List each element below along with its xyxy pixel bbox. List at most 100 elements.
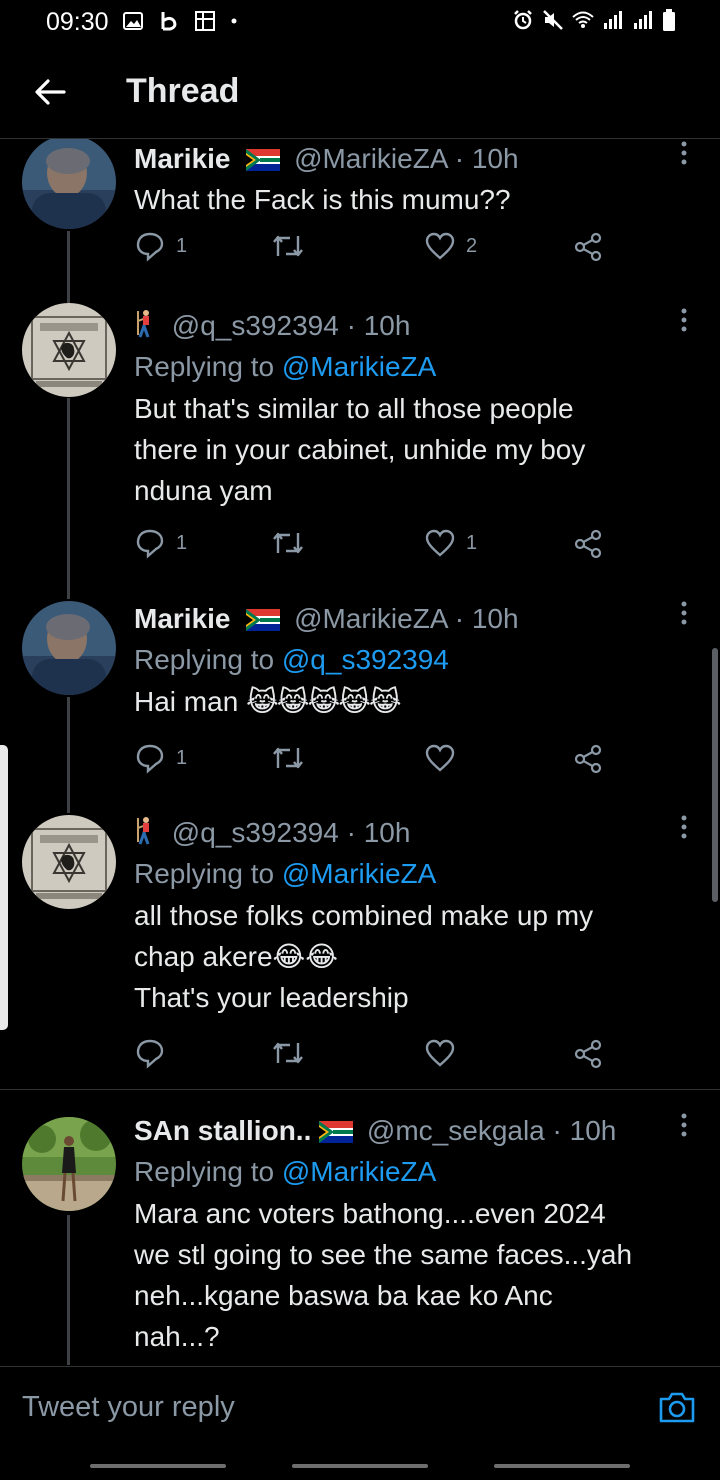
tweet-meta: Marikie @MarikieZA · 10h [134,139,680,179]
avatar-mc-sekgala[interactable] [22,1117,116,1211]
status-time: 09:30 [46,8,109,36]
meta-separator: · [346,310,356,341]
retweet-icon [273,747,303,769]
wifi-icon [572,11,594,28]
retweet-icon [273,235,303,257]
like-button[interactable]: 1 [424,527,477,559]
timestamp[interactable]: 10h [364,310,411,341]
tweet-1[interactable]: Marikie @MarikieZA · 10h What the Fack i… [0,139,720,299]
retweet-button[interactable] [270,527,306,559]
retweet-button[interactable] [270,1037,306,1069]
display-name[interactable]: Marikie [134,143,231,174]
share-icon [574,232,602,262]
retweet-icon [273,1042,303,1064]
reply-count: 1 [176,234,188,257]
reply-icon [136,232,164,262]
display-name[interactable]: Marikie [134,603,231,634]
display-name[interactable]: SAn stallion.. [134,1115,311,1146]
like-icon [425,529,455,557]
tweet-5[interactable]: SAn stallion.. @mc_sekgala · 10h Replyin… [0,1111,720,1365]
reply-composer[interactable]: Tweet your reply [0,1366,720,1445]
tweet-text-line: nduna yam [134,475,273,506]
back-button[interactable] [30,72,70,112]
like-button[interactable] [424,1037,456,1069]
scrollbar[interactable] [712,648,718,902]
signal-2-icon [634,11,652,29]
share-button[interactable] [572,527,604,559]
reply-input[interactable]: Tweet your reply [22,1391,235,1424]
b-app-icon [161,12,177,31]
mention-link[interactable]: @MarikieZA [282,351,436,382]
replying-prefix: Replying to [134,644,275,675]
replying-to: Replying to @MarikieZA [134,1151,680,1193]
handle[interactable]: @MarikieZA [294,143,447,174]
timestamp[interactable]: 10h [472,143,519,174]
meta-separator: · [454,603,465,634]
share-button[interactable] [572,230,604,262]
avatar-marikie[interactable] [22,601,116,695]
edge-panel-handle[interactable] [0,745,8,1030]
avatar-marikie[interactable] [22,139,116,229]
gallery-icon [123,12,143,30]
back-arrow-icon [35,79,66,105]
like-button[interactable]: 2 [424,230,477,262]
share-icon [574,744,602,774]
recents-button[interactable] [90,1464,226,1468]
meta-separator: · [454,143,465,174]
more-icon[interactable] [674,306,694,336]
tweet-text: But that's similar to all those people t… [134,388,680,511]
reply-icon [136,744,164,774]
back-system-button[interactable] [494,1464,630,1468]
tweet-text-line: That's your leadership [134,982,409,1013]
replying-to: Replying to @MarikieZA [134,853,680,895]
reply-icon [136,1039,164,1069]
like-icon [425,1039,455,1067]
share-icon [574,529,602,559]
laughing-cat-emoji: 😹😹😹😹😹 [246,686,402,717]
app-header: Thread [0,52,720,139]
tweet-actions: 1 1 [134,527,614,563]
tweet-3[interactable]: Marikie @MarikieZA · 10h Replying to @q_… [0,599,720,813]
more-icon[interactable] [674,139,694,169]
handle[interactable]: @MarikieZA [294,603,447,634]
retweet-button[interactable] [270,230,306,262]
status-bar: 09:30 [0,0,720,44]
tweet-2[interactable]: @q_s392394 · 10h Replying to @MarikieZA … [0,299,720,599]
mention-link[interactable]: @q_s392394 [282,644,449,675]
reply-button[interactable]: 1 [134,230,187,262]
more-icon[interactable] [674,1111,694,1141]
reply-button[interactable] [134,1037,166,1069]
camera-icon[interactable] [658,1389,696,1425]
more-icon[interactable] [674,599,694,629]
reply-icon [136,529,164,559]
handle[interactable]: @q_s392394 [172,817,339,848]
tweet-actions: 1 2 [134,230,614,266]
reply-button[interactable]: 1 [134,527,187,559]
golfer-icon [134,306,164,346]
tweet-text-line: neh...kgane baswa ba kae ko Anc [134,1280,553,1311]
retweet-button[interactable] [270,742,306,774]
tweet-meta: @q_s392394 · 10h [134,306,680,346]
more-icon[interactable] [674,813,694,843]
handle[interactable]: @mc_sekgala [367,1115,545,1146]
tweet-text: Hai man 😹😹😹😹😹 [134,681,680,722]
timestamp[interactable]: 10h [472,603,519,634]
mention-link[interactable]: @MarikieZA [282,1156,436,1187]
avatar-q-s392394[interactable] [22,815,116,909]
like-button[interactable] [424,742,456,774]
timestamp[interactable]: 10h [364,817,411,848]
handle[interactable]: @q_s392394 [172,310,339,341]
mention-link[interactable]: @MarikieZA [282,858,436,889]
south-africa-flag-icon [246,149,281,171]
home-button[interactable] [292,1464,428,1468]
share-button[interactable] [572,1037,604,1069]
thread-feed[interactable]: Marikie @MarikieZA · 10h What the Fack i… [0,139,720,1365]
tweet-4[interactable]: @q_s392394 · 10h Replying to @MarikieZA … [0,813,720,1089]
battery-icon [663,9,675,31]
timestamp[interactable]: 10h [570,1115,617,1146]
tweet-meta: SAn stallion.. @mc_sekgala · 10h [134,1111,680,1151]
share-button[interactable] [572,742,604,774]
thread-connector [67,398,70,599]
avatar-q-s392394[interactable] [22,303,116,397]
reply-button[interactable]: 1 [134,742,187,774]
